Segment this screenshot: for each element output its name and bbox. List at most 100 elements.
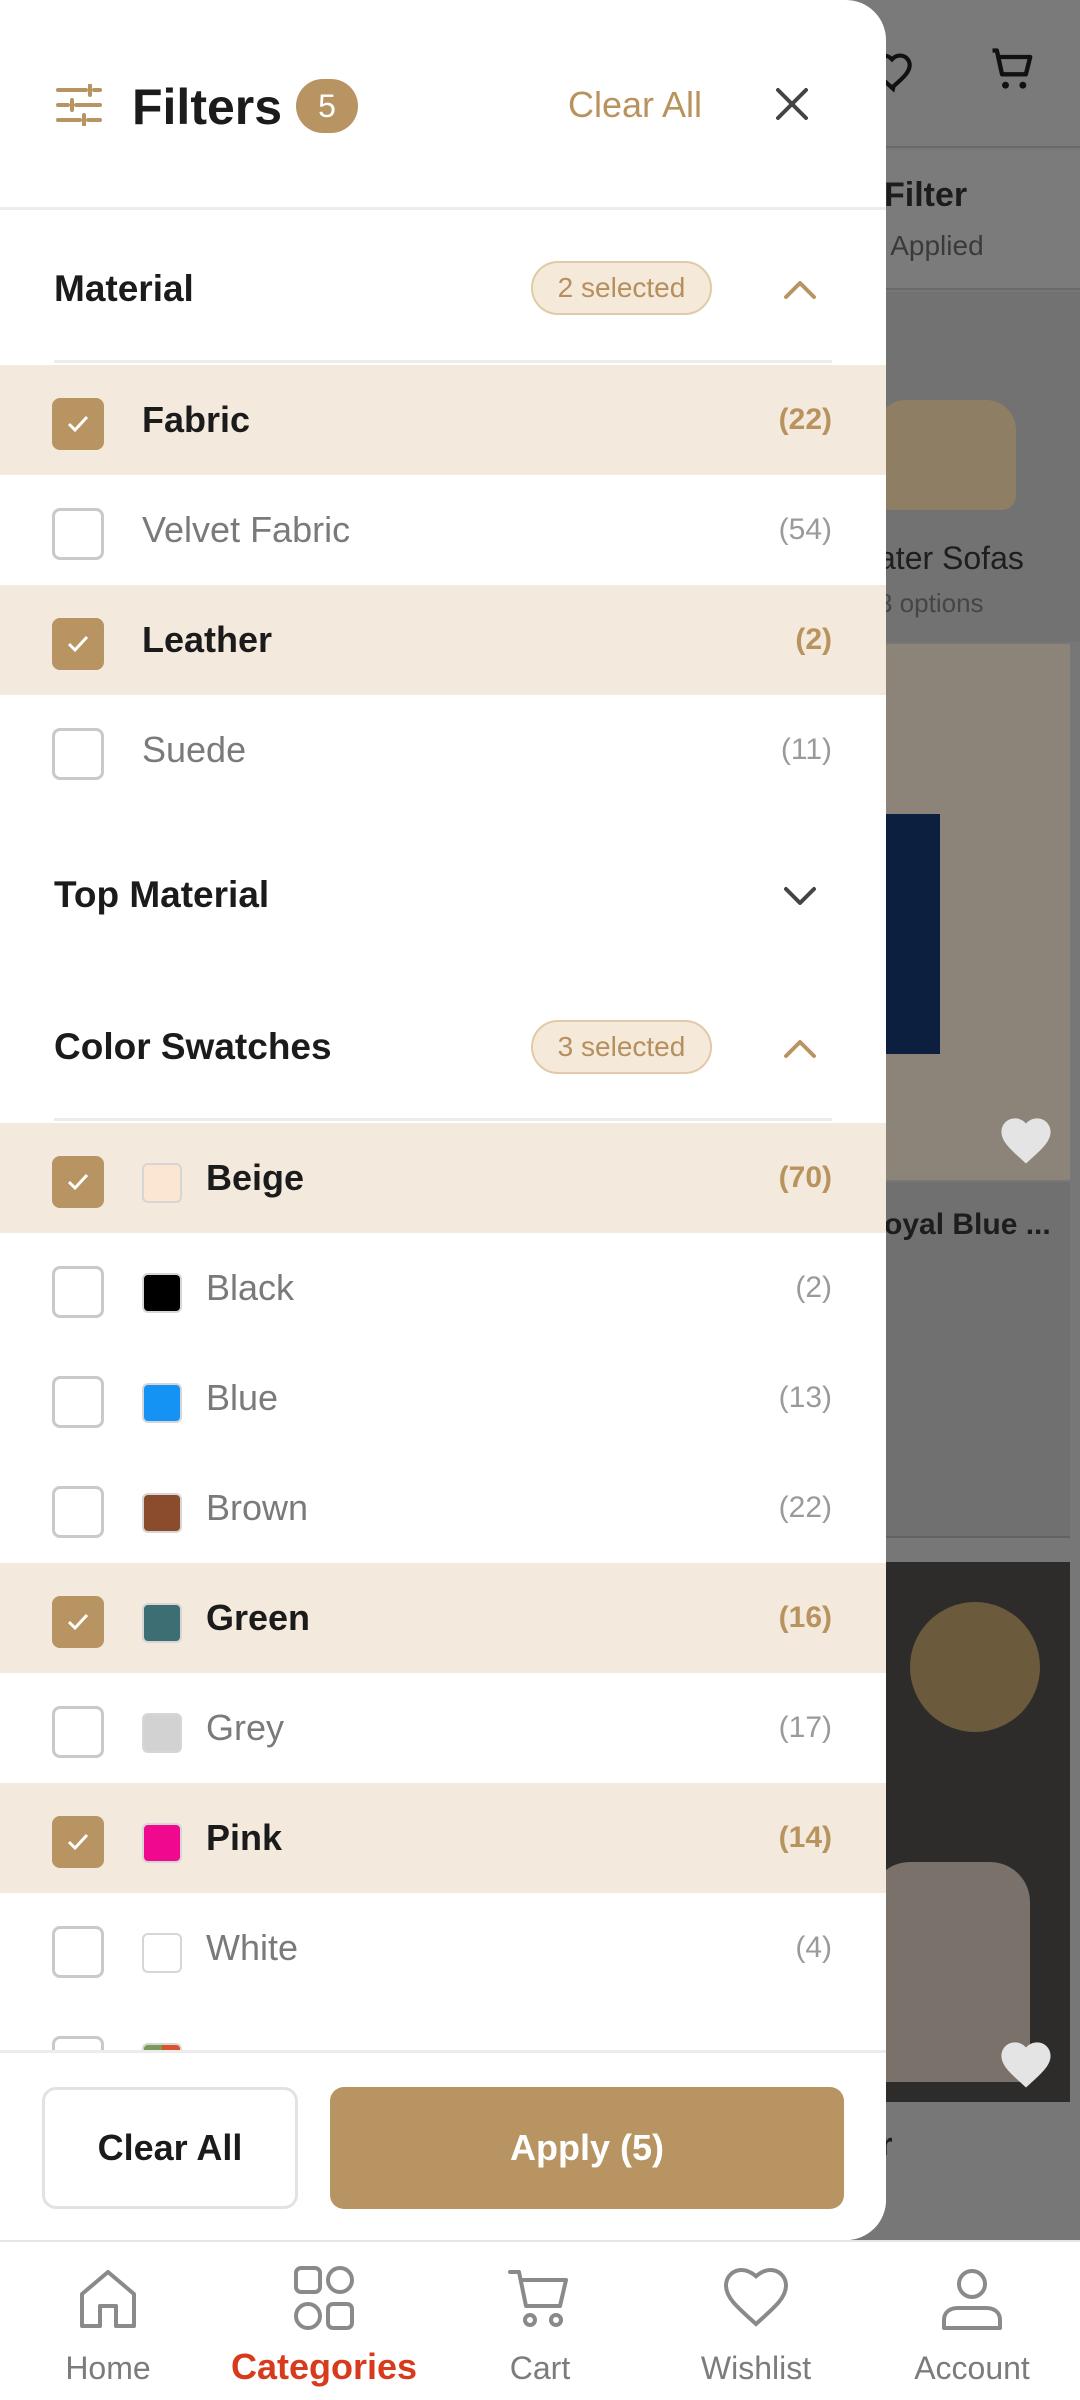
checkbox-unchecked[interactable] xyxy=(52,728,104,780)
checkbox-checked[interactable] xyxy=(52,398,104,450)
checkbox-checked[interactable] xyxy=(52,1596,104,1648)
cart-icon xyxy=(992,48,1033,89)
drawer-title: Filters xyxy=(132,79,283,135)
checkbox-checked[interactable] xyxy=(52,1156,104,1208)
option-count: (2) xyxy=(795,1271,832,1304)
drawer-header: Filters 5 Clear All xyxy=(0,0,886,210)
section-title-color-swatches[interactable]: Color Swatches xyxy=(54,1026,332,1068)
nav-item-cart[interactable]: Cart xyxy=(432,2242,648,2400)
bottom-navigation: Home Categories Cart Wishlist Account xyxy=(0,2240,1080,2400)
filter-option-velvet-fabric[interactable]: Velvet Fabric (54) xyxy=(0,475,886,585)
checkbox-unchecked[interactable] xyxy=(52,508,104,560)
option-label: Blue xyxy=(206,1377,279,1418)
filter-drawer: Filters 5 Clear All Material 2 selected … xyxy=(0,0,886,2240)
close-icon[interactable] xyxy=(770,82,814,126)
section-divider xyxy=(54,360,832,363)
background-product-image-2 xyxy=(870,1562,1070,2102)
nav-item-wishlist[interactable]: Wishlist xyxy=(648,2242,864,2400)
option-count: (2) xyxy=(795,623,832,656)
clear-all-button[interactable]: Clear All xyxy=(42,2087,298,2209)
drawer-footer: Clear All Apply (5) xyxy=(0,2050,886,2240)
color-swatch xyxy=(142,1823,182,1863)
option-count: (22) xyxy=(778,1491,832,1524)
nav-item-home[interactable]: Home xyxy=(0,2242,216,2400)
option-label: Black xyxy=(206,1267,295,1308)
option-count: (16) xyxy=(778,1601,832,1634)
color-swatch xyxy=(142,1713,182,1753)
option-label: Green xyxy=(206,1597,311,1638)
chevron-down-icon[interactable] xyxy=(780,884,820,908)
option-label: Fabric xyxy=(142,399,251,440)
heart-icon xyxy=(723,2267,789,2327)
option-count: (22) xyxy=(778,403,832,436)
check-icon xyxy=(67,1833,89,1851)
option-label: Suede xyxy=(142,729,247,770)
background-filter-subtitle: s Applied xyxy=(870,230,984,261)
nav-item-categories[interactable]: Categories xyxy=(216,2242,432,2400)
color-option-white[interactable]: White (4) xyxy=(0,1893,886,2003)
material-selected-badge: 2 selected xyxy=(531,261,712,315)
chevron-up-icon[interactable] xyxy=(780,277,820,301)
background-sofa-image xyxy=(876,400,1016,510)
color-option-grey[interactable]: Grey (17) xyxy=(0,1673,886,1783)
option-count: (13) xyxy=(778,1381,832,1414)
section-title-material[interactable]: Material xyxy=(54,268,194,310)
background-product-name-1: oyal Blue ... xyxy=(884,1208,1051,1241)
option-count: (70) xyxy=(778,1161,832,1194)
filter-option-suede[interactable]: Suede (11) xyxy=(0,695,886,805)
color-swatch xyxy=(142,1933,182,1973)
checkbox-unchecked[interactable] xyxy=(52,1376,104,1428)
nav-label: Wishlist xyxy=(700,2350,812,2386)
nav-item-account[interactable]: Account xyxy=(864,2242,1080,2400)
color-swatch xyxy=(142,1163,182,1203)
checkbox-checked[interactable] xyxy=(52,1816,104,1868)
color-option-brown[interactable]: Brown (22) xyxy=(0,1453,886,1563)
color-swatch xyxy=(142,1273,182,1313)
nav-label: Account xyxy=(914,2350,1030,2386)
cart-icon xyxy=(508,2270,568,2327)
check-icon xyxy=(67,635,89,653)
color-option-green[interactable]: Green (16) xyxy=(0,1563,886,1673)
checkbox-unchecked[interactable] xyxy=(52,1266,104,1318)
filter-option-fabric[interactable]: Fabric (22) xyxy=(0,365,886,475)
home-icon xyxy=(80,2270,136,2328)
filter-count-badge: 5 xyxy=(296,79,358,133)
option-label: Brown xyxy=(206,1487,309,1528)
color-option-blue[interactable]: Blue (13) xyxy=(0,1343,886,1453)
background-category-subtitle: 3 options xyxy=(878,588,984,618)
checkbox-unchecked[interactable] xyxy=(52,1926,104,1978)
check-icon xyxy=(67,1173,89,1191)
section-title-top-material[interactable]: Top Material xyxy=(54,874,269,916)
color-option-black[interactable]: Black (2) xyxy=(0,1233,886,1343)
nav-label: Categories xyxy=(230,2346,418,2387)
checkbox-unchecked[interactable] xyxy=(52,1706,104,1758)
option-label: Velvet Fabric xyxy=(142,509,351,550)
heart-icon xyxy=(1001,1118,1051,1164)
nav-label: Home xyxy=(65,2350,151,2386)
checkbox-unchecked[interactable] xyxy=(52,1486,104,1538)
check-icon xyxy=(67,1613,89,1631)
checkbox-checked[interactable] xyxy=(52,618,104,670)
apply-button[interactable]: Apply (5) xyxy=(330,2087,844,2209)
color-swatch xyxy=(142,1383,182,1423)
filter-option-leather[interactable]: Leather (2) xyxy=(0,585,886,695)
option-count: (14) xyxy=(778,1821,832,1854)
color-option-pink[interactable]: Pink (14) xyxy=(0,1783,886,1893)
option-count: (54) xyxy=(778,513,832,546)
color-selected-badge: 3 selected xyxy=(531,1020,712,1074)
section-divider xyxy=(54,1118,832,1121)
option-count: (17) xyxy=(778,1711,832,1744)
categories-icon xyxy=(294,2266,354,2330)
background-category-name: ater Sofas xyxy=(878,540,1024,576)
background-product-image-1 xyxy=(870,644,1070,1180)
option-count: (11) xyxy=(780,733,832,766)
option-label: Grey xyxy=(206,1707,285,1748)
chevron-up-icon[interactable] xyxy=(780,1036,820,1060)
check-icon xyxy=(67,415,89,433)
clear-all-link[interactable]: Clear All xyxy=(568,84,702,126)
color-option-beige[interactable]: Beige (70) xyxy=(0,1123,886,1233)
background-filter-title: Filter xyxy=(884,176,968,214)
account-icon xyxy=(942,2269,1002,2330)
option-label: Pink xyxy=(206,1817,283,1858)
color-swatch xyxy=(142,1493,182,1533)
